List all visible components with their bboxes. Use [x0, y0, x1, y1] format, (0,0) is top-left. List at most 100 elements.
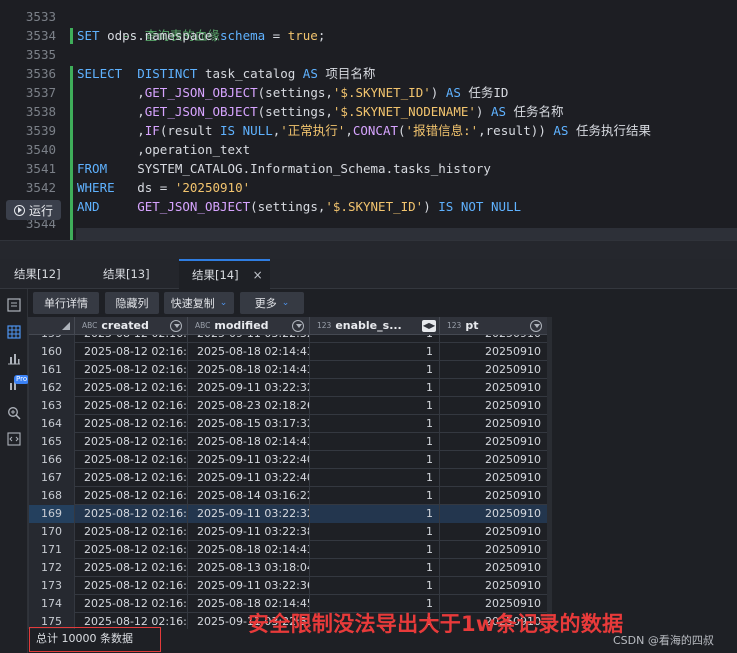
cell-created[interactable]: 2025-08-12 02:16:06 [75, 415, 188, 433]
cell-enable[interactable]: 1 [310, 379, 440, 397]
cell-pt[interactable]: 20250910 [440, 559, 547, 577]
code-icon[interactable] [7, 432, 21, 446]
table-row[interactable]: 1682025-08-12 02:16:062025-08-14 03:16:2… [29, 487, 547, 505]
cell-modified[interactable]: 2025-08-18 02:14:43 [188, 343, 310, 361]
cell-pt[interactable]: 20250910 [440, 379, 547, 397]
cell-pt[interactable]: 20250910 [440, 505, 547, 523]
row-number[interactable]: 162 [29, 379, 75, 397]
row-detail-button[interactable]: 单行详情 [33, 292, 99, 314]
cell-created[interactable]: 2025-08-12 02:16:06 [75, 523, 188, 541]
table-row[interactable]: 1612025-08-12 02:16:062025-08-18 02:14:4… [29, 361, 547, 379]
cell-enable[interactable]: 1 [310, 361, 440, 379]
table-row[interactable]: 1602025-08-12 02:16:062025-08-18 02:14:4… [29, 343, 547, 361]
row-number[interactable]: 168 [29, 487, 75, 505]
cell-pt[interactable]: 20250910 [440, 487, 547, 505]
column-header-modified[interactable]: ABC modified [188, 317, 310, 335]
cell-created[interactable]: 2025-08-12 02:16:06 [75, 505, 188, 523]
table-row[interactable]: 1732025-08-12 02:16:062025-09-11 03:22:3… [29, 577, 547, 595]
cell-pt[interactable]: 20250910 [440, 361, 547, 379]
cell-enable[interactable]: 1 [310, 433, 440, 451]
cell-created[interactable]: 2025-08-12 02:16:06 [75, 487, 188, 505]
table-row[interactable]: 1702025-08-12 02:16:062025-09-11 03:22:3… [29, 523, 547, 541]
table-row[interactable]: 1672025-08-12 02:16:062025-09-11 03:22:4… [29, 469, 547, 487]
sql-editor[interactable]: 3533 3534 3535 3536 3537 3538 3539 3540 … [0, 0, 737, 240]
cell-pt[interactable]: 20250910 [440, 343, 547, 361]
cell-enable[interactable]: 1 [310, 397, 440, 415]
row-number[interactable]: 171 [29, 541, 75, 559]
row-number[interactable]: 172 [29, 559, 75, 577]
bar-chart-icon[interactable] [7, 351, 21, 365]
table-row[interactable]: 1662025-08-12 02:16:062025-09-11 03:22:4… [29, 451, 547, 469]
cell-modified[interactable]: 2025-08-13 03:18:04 [188, 559, 310, 577]
tab-result-12[interactable]: 结果[12] [14, 259, 86, 289]
table-row[interactable]: 1652025-08-12 02:16:062025-08-18 02:14:4… [29, 433, 547, 451]
table-row[interactable]: 1622025-08-12 02:16:062025-09-11 03:22:3… [29, 379, 547, 397]
zoom-icon[interactable] [7, 406, 21, 420]
cell-modified[interactable]: 2025-09-11 03:22:32 [188, 505, 310, 523]
row-number[interactable]: 174 [29, 595, 75, 613]
close-icon[interactable]: × [253, 268, 263, 282]
cell-created[interactable]: 2025-08-12 02:16:06 [75, 451, 188, 469]
tab-result-14[interactable]: 结果[14] × [179, 259, 270, 289]
table-row[interactable]: 1722025-08-12 02:16:062025-08-13 03:18:0… [29, 559, 547, 577]
cell-created[interactable]: 2025-08-12 02:16:06 [75, 595, 188, 613]
run-button[interactable]: 运行 [6, 200, 61, 220]
cell-enable[interactable]: 1 [310, 451, 440, 469]
cell-modified[interactable]: 2025-09-11 03:22:36 [188, 577, 310, 595]
row-number[interactable]: 169 [29, 505, 75, 523]
column-header-created[interactable]: ABC created [75, 317, 188, 335]
cell-created[interactable]: 2025-08-12 02:16:06 [75, 379, 188, 397]
cell-created[interactable]: 2025-08-12 02:16:06 [75, 361, 188, 379]
cell-modified[interactable]: 2025-08-18 02:14:43 [188, 433, 310, 451]
cell-enable[interactable]: 1 [310, 541, 440, 559]
row-number[interactable]: 161 [29, 361, 75, 379]
code-area[interactable]: -- 查询表的血缘 SET odps.namespace.schema = tr… [72, 0, 737, 240]
cell-created[interactable]: 2025-08-12 02:16:06 [75, 343, 188, 361]
cell-created[interactable]: 2025-08-12 02:16:06 [75, 577, 188, 595]
table-vertical-scrollbar[interactable] [547, 317, 552, 629]
row-number[interactable]: 167 [29, 469, 75, 487]
scroll-columns-icon[interactable]: ◀▶ [422, 320, 436, 332]
detail-icon[interactable] [7, 298, 21, 312]
table-row[interactable]: 1712025-08-12 02:16:062025-08-18 02:14:4… [29, 541, 547, 559]
row-number[interactable]: 163 [29, 397, 75, 415]
row-number[interactable]: 173 [29, 577, 75, 595]
cell-enable[interactable]: 1 [310, 469, 440, 487]
sort-menu-icon[interactable] [170, 320, 182, 332]
cell-modified[interactable]: 2025-08-15 03:17:32 [188, 415, 310, 433]
panel-resize-handle[interactable] [0, 240, 737, 259]
hide-columns-button[interactable]: 隐藏列 [105, 292, 159, 314]
cell-enable[interactable]: 1 [310, 505, 440, 523]
editor-horizontal-scrollbar[interactable] [76, 228, 737, 240]
cell-enable[interactable]: 1 [310, 343, 440, 361]
column-header-enable[interactable]: 123 enable_s... ◀▶ [310, 317, 440, 335]
cell-pt[interactable]: 20250910 [440, 541, 547, 559]
row-number-header[interactable] [29, 317, 75, 335]
cell-created[interactable]: 2025-08-12 02:16:06 [75, 559, 188, 577]
row-number[interactable]: 165 [29, 433, 75, 451]
quick-copy-button[interactable]: 快速复制 ⌄ [164, 292, 234, 314]
more-button[interactable]: 更多 ⌄ [240, 292, 304, 314]
row-number[interactable]: 170 [29, 523, 75, 541]
cell-pt[interactable]: 20250910 [440, 577, 547, 595]
table-icon[interactable] [7, 325, 21, 339]
table-row[interactable]: 1632025-08-12 02:16:062025-08-23 02:18:2… [29, 397, 547, 415]
column-header-pt[interactable]: 123 pt [440, 317, 547, 335]
cell-enable[interactable]: 1 [310, 415, 440, 433]
cell-modified[interactable]: 2025-09-11 03:22:38 [188, 523, 310, 541]
cell-modified[interactable]: 2025-08-18 02:14:43 [188, 541, 310, 559]
cell-created[interactable]: 2025-08-12 02:16:06 [75, 433, 188, 451]
cell-enable[interactable]: 1 [310, 577, 440, 595]
cell-enable[interactable]: 1 [310, 487, 440, 505]
cell-pt[interactable]: 20250910 [440, 469, 547, 487]
cell-created[interactable]: 2025-08-12 02:16:06 [75, 397, 188, 415]
cell-enable[interactable]: 1 [310, 523, 440, 541]
table-row[interactable]: 1692025-08-12 02:16:062025-09-11 03:22:3… [29, 505, 547, 523]
cell-enable[interactable]: 1 [310, 559, 440, 577]
cell-modified[interactable]: 2025-09-11 03:22:40 [188, 469, 310, 487]
row-number[interactable]: 160 [29, 343, 75, 361]
sort-menu-icon[interactable] [530, 320, 542, 332]
cell-modified[interactable]: 2025-08-14 03:16:22 [188, 487, 310, 505]
tab-result-13[interactable]: 结果[13] [103, 259, 175, 289]
cell-modified[interactable]: 2025-08-23 02:18:26 [188, 397, 310, 415]
